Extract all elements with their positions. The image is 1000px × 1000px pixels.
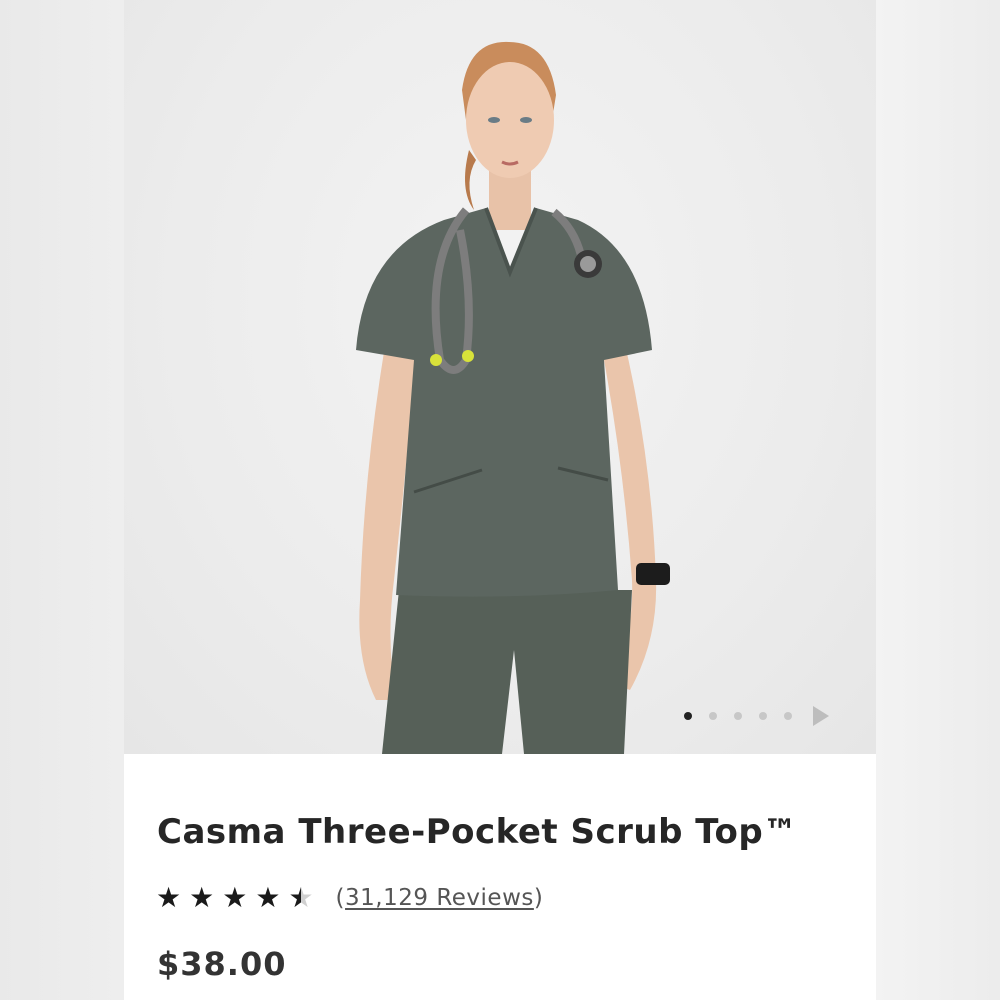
- gallery-dot-3[interactable]: [734, 712, 742, 720]
- reviews-link[interactable]: 31,129 Reviews: [345, 885, 534, 911]
- reviews-close-paren: ): [533, 885, 544, 911]
- star-icon: ★: [255, 881, 281, 914]
- gallery-pagination: [684, 706, 829, 726]
- gallery-dot-2[interactable]: [709, 712, 717, 720]
- star-icon: ★: [156, 881, 182, 914]
- star-icon: ★: [222, 881, 248, 914]
- play-arrow-icon[interactable]: [813, 706, 829, 726]
- gallery-dot-4[interactable]: [759, 712, 767, 720]
- reviews-open-paren: (: [335, 885, 346, 911]
- reviews-text: (31,129 Reviews): [336, 885, 544, 911]
- product-image-gallery[interactable]: [124, 0, 876, 754]
- product-title: Casma Three-Pocket Scrub Top™: [157, 812, 798, 852]
- product-price: $38.00: [157, 945, 287, 983]
- star-rating: ★ ★ ★ ★ ★: [156, 884, 314, 912]
- product-photo: [356, 41, 670, 754]
- product-card: Casma Three-Pocket Scrub Top™ ★ ★ ★ ★ ★ …: [124, 0, 876, 1000]
- star-icon: ★: [189, 881, 215, 914]
- gallery-dot-1[interactable]: [684, 712, 692, 720]
- product-rating: ★ ★ ★ ★ ★ (31,129 Reviews): [156, 884, 543, 912]
- gallery-dot-5[interactable]: [784, 712, 792, 720]
- half-star-icon: ★: [288, 881, 314, 914]
